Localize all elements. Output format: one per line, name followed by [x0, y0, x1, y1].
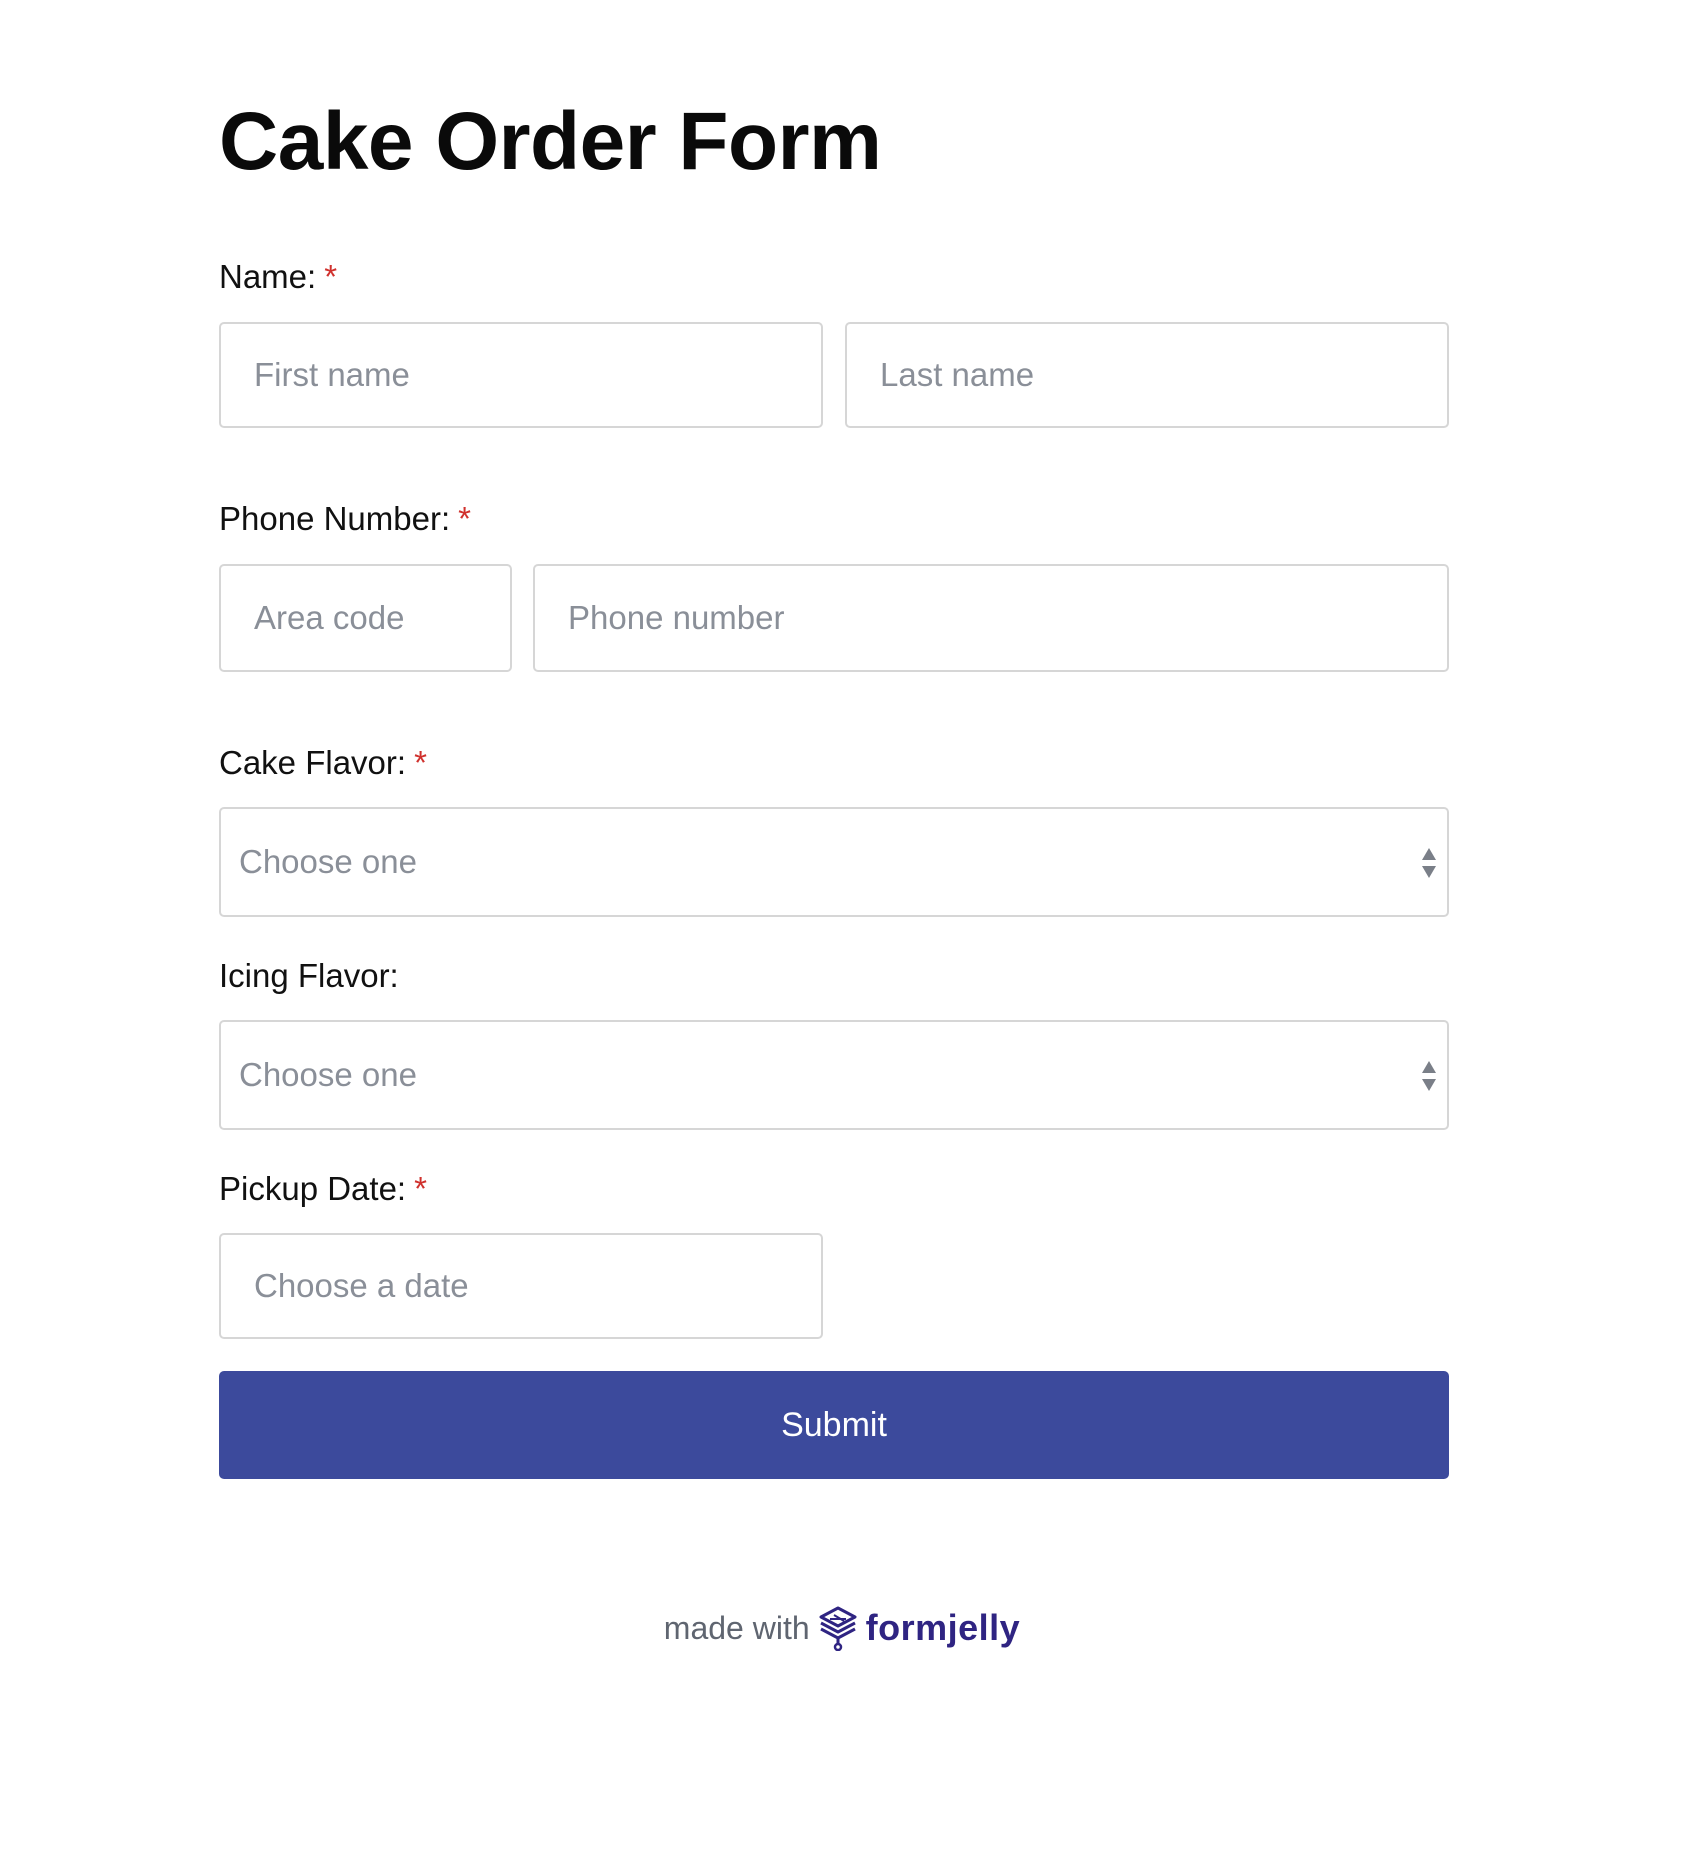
made-with-link[interactable]: made with formjelly [664, 1605, 1020, 1651]
name-label: Name: * [219, 257, 337, 297]
cake-flavor-label-text: Cake Flavor: [219, 744, 407, 781]
name-label-text: Name: [219, 258, 317, 295]
icing-flavor-label: Icing Flavor: [219, 956, 399, 996]
icing-flavor-label-text: Icing Flavor: [219, 957, 399, 994]
submit-button[interactable]: Submit [219, 1371, 1449, 1479]
cake-flavor-selected-value: Choose one [239, 843, 417, 880]
area-code-input[interactable] [219, 564, 512, 672]
select-arrows-icon [1422, 848, 1436, 878]
icing-flavor-selected-value: Choose one [239, 1056, 417, 1093]
required-marker: * [414, 1170, 427, 1207]
pickup-date-label-text: Pickup Date: [219, 1170, 407, 1207]
phone-label-text: Phone Number: [219, 500, 451, 537]
select-arrows-icon [1422, 1061, 1436, 1091]
phone-label: Phone Number: * [219, 499, 471, 539]
footer: made with formjelly [0, 1598, 1684, 1658]
required-marker: * [458, 500, 471, 537]
brand-name: formjelly [865, 1607, 1021, 1648]
cake-flavor-select[interactable]: Choose one [219, 807, 1449, 917]
first-name-input[interactable] [219, 322, 823, 428]
icing-flavor-select[interactable]: Choose one [219, 1020, 1449, 1130]
pickup-date-input[interactable] [219, 1233, 823, 1339]
page-title: Cake Order Form [219, 96, 882, 187]
formjelly-logo-icon [819, 1606, 857, 1651]
cake-flavor-label: Cake Flavor: * [219, 743, 427, 783]
last-name-input[interactable] [845, 322, 1449, 428]
required-marker: * [414, 744, 427, 781]
pickup-date-label: Pickup Date: * [219, 1169, 427, 1209]
made-with-text: made with [663, 1609, 810, 1646]
required-marker: * [324, 258, 338, 295]
phone-number-input[interactable] [533, 564, 1449, 672]
